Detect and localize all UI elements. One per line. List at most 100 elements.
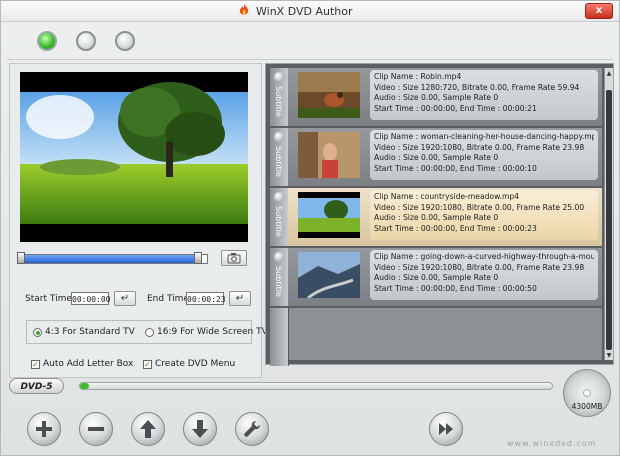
preview-panel: Start Time : 00:00:00 ↵ End Time : 00:00…	[9, 63, 268, 378]
subtitle-toggle-icon[interactable]	[274, 252, 284, 262]
add-clip-button[interactable]	[27, 412, 61, 446]
remove-clip-button[interactable]	[79, 412, 113, 446]
seek-end-handle[interactable]	[193, 252, 202, 264]
subtitle-toggle-icon[interactable]	[274, 132, 284, 142]
scroll-down-icon[interactable]: ▼	[605, 352, 613, 360]
title-wrap: WinX DVD Author	[237, 3, 353, 20]
clip-time-info: Start Time : 00:00:00, End Time : 00:00:…	[374, 283, 537, 293]
clip-row[interactable]: Subtitle Clip Name : going-down-a-curved-…	[270, 248, 602, 306]
clip-body[interactable]: Clip Name : going-down-a-curved-highway-…	[288, 248, 602, 306]
dvd-menu-checkbox[interactable]: ✓	[143, 360, 152, 369]
clip-info: Clip Name : Robin.mp4 Video : Size 1280:7…	[370, 70, 598, 120]
app-flame-icon	[237, 3, 251, 20]
clip-audio-info: Audio : Size 0.00, Sample Rate 0	[374, 153, 499, 162]
clip-row[interactable]: Subtitle Clip Name : countryside-meadow.m…	[270, 188, 602, 246]
capacity-used-fill	[80, 383, 90, 389]
aspect-standard-label: 4:3 For Standard TV	[45, 327, 135, 337]
clip-thumbnail	[298, 72, 360, 118]
move-down-button[interactable]	[183, 412, 217, 446]
aspect-wide-radio[interactable]	[145, 328, 154, 337]
start-time-input[interactable]: 00:00:00	[71, 292, 111, 305]
clip-audio-info: Audio : Size 0.00, Sample Rate 0	[374, 213, 499, 222]
subtitle-tab[interactable]: Subtitle	[270, 128, 289, 186]
clip-video-info: Video : Size 1920:1080, Bitrate 0.00, Fr…	[374, 262, 585, 272]
clip-time-info: Start Time : 00:00:00, End Time : 00:00:…	[374, 223, 537, 233]
aspect-ratio-group: 4:3 For Standard TV 16:9 For Wide Screen…	[26, 320, 268, 344]
subtitle-tab[interactable]: Subtitle	[270, 248, 289, 306]
clip-list-panel: Subtitle Clip Name : Robin.mp4 Video : Siz…	[265, 63, 614, 366]
subtitle-toggle-icon[interactable]	[274, 192, 284, 202]
subtitle-tab[interactable]: Subtitle	[270, 68, 289, 126]
clip-audio-info: Audio : Size 0.00, Sample Rate 0	[374, 273, 499, 282]
clip-thumbnail	[298, 192, 360, 238]
subtitle-label: Subtitle	[274, 266, 283, 297]
arrow-down-icon	[192, 420, 208, 438]
seek-bar[interactable]	[17, 252, 208, 264]
clip-list-empty-row	[270, 308, 602, 366]
clip-video-info: Video : Size 1920:1080, Bitrate 0.00, Fr…	[374, 202, 585, 212]
clip-row[interactable]: Subtitle Clip Name : woman-cleaning-her-h…	[270, 128, 602, 186]
end-time-input[interactable]: 00:00:23	[186, 292, 226, 305]
clip-info: Clip Name : going-down-a-curved-highway-…	[370, 250, 598, 300]
enter-icon: ↵	[235, 293, 245, 304]
clip-audio-info: Audio : Size 0.00, Sample Rate 0	[374, 93, 499, 102]
letterbox-checkbox[interactable]: ✓	[31, 360, 40, 369]
subtitle-tab[interactable]: Subtitle	[270, 188, 289, 246]
start-time-label: Start Time :	[25, 294, 78, 304]
edit-clip-button[interactable]	[235, 412, 269, 446]
disc-type-selector[interactable]: DVD-5	[9, 378, 64, 394]
arrow-up-icon	[140, 420, 156, 438]
aspect-standard-radio[interactable]	[33, 328, 42, 337]
subtitle-label: Subtitle	[274, 206, 283, 237]
clip-name: Clip Name : going-down-a-curved-highway-…	[374, 252, 594, 261]
disc-capacity-label: 4300MB	[571, 402, 603, 411]
clip-body[interactable]: Clip Name : Robin.mp4 Video : Size 1280:7…	[288, 68, 602, 126]
step-2-indicator[interactable]	[76, 31, 96, 51]
empty-row-tab	[270, 308, 289, 366]
move-up-button[interactable]	[131, 412, 165, 446]
close-button[interactable]: x	[585, 3, 613, 19]
video-preview	[20, 72, 248, 242]
seek-start-handle[interactable]	[17, 252, 25, 264]
preview-frame-image	[20, 72, 248, 242]
clip-thumbnail	[298, 252, 360, 298]
clip-video-info: Video : Size 1920:1080, Bitrate 0.00, Fr…	[374, 142, 585, 152]
clip-list-scrollbar[interactable]: ▲ ▼	[604, 68, 613, 360]
aspect-wide-label: 16:9 For Wide Screen TV	[157, 327, 268, 337]
scroll-thumb[interactable]	[606, 90, 612, 350]
clip-info: Clip Name : woman-cleaning-her-house-dan…	[370, 130, 598, 180]
seek-progress	[21, 255, 198, 263]
clip-body[interactable]: Clip Name : countryside-meadow.mp4 Video …	[288, 188, 602, 246]
next-step-button[interactable]	[429, 412, 463, 446]
capacity-track	[79, 382, 553, 390]
clip-name: Clip Name : Robin.mp4	[374, 72, 462, 81]
set-end-time-button[interactable]: ↵	[229, 291, 251, 306]
clip-body[interactable]: Clip Name : woman-cleaning-her-house-dan…	[288, 128, 602, 186]
subtitle-label: Subtitle	[274, 86, 283, 117]
brand-url: www.winxdvd.com	[507, 439, 597, 448]
dvd-menu-label: Create DVD Menu	[155, 359, 236, 369]
subtitle-toggle-icon[interactable]	[274, 72, 284, 82]
step-indicators	[7, 25, 613, 60]
disc-capacity-bar: DVD-5	[9, 378, 553, 394]
app-window: WinX DVD Author x Start Time: 00:00:00 …	[0, 0, 620, 456]
step-1-indicator[interactable]	[37, 31, 57, 51]
clip-info: Clip Name : countryside-meadow.mp4 Video …	[370, 190, 598, 240]
clip-video-info: Video : Size 1280:720, Bitrate 0.00, Fra…	[374, 82, 580, 92]
step-3-indicator[interactable]	[115, 31, 135, 51]
clip-name: Clip Name : woman-cleaning-her-house-dan…	[374, 132, 594, 141]
clip-thumbnail	[298, 132, 360, 178]
letterbox-label: Auto Add Letter Box	[43, 359, 134, 369]
wrench-icon	[244, 421, 260, 437]
clip-time-info: Start Time : 00:00:00, End Time : 00:00:…	[374, 163, 537, 173]
title-bar: WinX DVD Author x	[1, 1, 619, 22]
snapshot-button[interactable]	[221, 250, 247, 266]
minus-icon	[88, 427, 104, 431]
clip-row[interactable]: Subtitle Clip Name : Robin.mp4 Video : Siz…	[270, 68, 602, 126]
set-start-time-button[interactable]: ↵	[114, 291, 136, 306]
clip-time-info: Start Time : 00:00:00, End Time : 00:00:…	[374, 103, 537, 113]
fast-forward-icon	[439, 423, 453, 435]
scroll-up-icon[interactable]: ▲	[605, 70, 613, 78]
subtitle-label: Subtitle	[274, 146, 283, 177]
enter-icon: ↵	[120, 293, 130, 304]
